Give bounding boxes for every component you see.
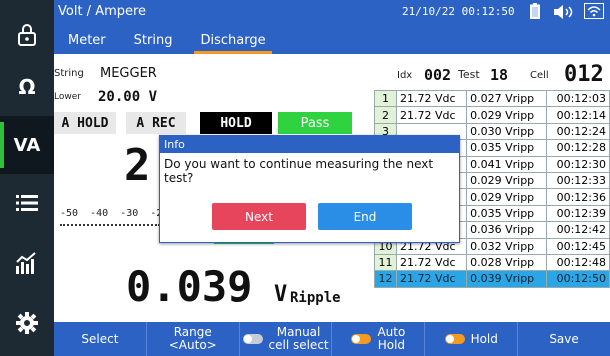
save-button[interactable]: Save (518, 322, 610, 356)
table-cell-vripp: 0.029 Vripp (466, 171, 547, 190)
idx-value: 002 (424, 66, 452, 84)
table-cell-time: 00:12:14 (545, 106, 610, 124)
range-button[interactable]: Range <Auto> (147, 322, 240, 356)
toggle-on-icon (444, 334, 465, 344)
cell-value: 012 (564, 62, 604, 87)
select-button-label: Select (81, 331, 119, 346)
table-row[interactable]: 2 21.72 Vdc 0.029 Vripp 00:12:14 (374, 106, 610, 124)
table-row[interactable]: 12 21.72 Vdc 0.039 Vripp 00:12:50 (374, 270, 610, 288)
idx-label: Idx (397, 70, 413, 81)
hold-label: Hold (470, 331, 498, 346)
table-cell-idx: 2 (374, 106, 397, 124)
range-button-value: <Auto> (168, 338, 217, 352)
ripple-value: 0.039 (126, 262, 253, 311)
datetime: 21/10/22 00:12:50 (402, 5, 515, 18)
table-cell-time: 00:12:45 (545, 237, 610, 255)
pass-indicator: Pass (278, 112, 352, 134)
test-value: 18 (490, 66, 509, 84)
left-sidebar: Ω VA (0, 0, 54, 356)
table-row[interactable]: 1 21.72 Vdc 0.027 Vripp 00:12:03 (374, 89, 610, 108)
table-cell-time: 00:12:33 (545, 171, 610, 190)
scale-bar (60, 224, 160, 228)
manual-sub-label: cell select (268, 338, 329, 352)
table-cell-vripp: 0.028 Vripp (466, 253, 547, 272)
bottom-toolbar: Select Range <Auto> Manual cell select A… (54, 322, 610, 356)
table-cell-time: 00:12:36 (545, 188, 610, 206)
dialog-message: Do you want to continue measuring the ne… (164, 157, 434, 185)
info-dialog: Info Do you want to continue measuring t… (159, 135, 460, 243)
table-cell-time: 00:12:28 (545, 139, 610, 157)
table-cell-vripp: 0.032 Vripp (466, 237, 547, 255)
list-icon[interactable] (0, 174, 54, 232)
table-cell-vripp: 0.029 Vripp (466, 106, 547, 124)
table-cell-vdc: 21.72 Vdc (395, 253, 468, 272)
hold-toggle[interactable]: Hold (425, 322, 519, 356)
tab-discharge[interactable]: Discharge (186, 30, 279, 54)
manual-cell-select-toggle[interactable]: Manual cell select (240, 322, 333, 356)
table-cell-time: 00:12:42 (545, 221, 610, 239)
table-cell-time: 00:12:39 (545, 204, 610, 223)
top-bar: Volt / Ampere 21/10/22 00:12:50 Meter St… (54, 0, 610, 54)
wifi-icon (584, 3, 604, 23)
table-cell-vdc: 21.72 Vdc (395, 89, 468, 108)
battery-icon (530, 3, 540, 23)
hold-indicator: HOLD (200, 112, 272, 134)
scale-tick: -40 (90, 208, 109, 219)
lock-icon[interactable] (0, 6, 54, 64)
tab-meter[interactable]: Meter (54, 30, 120, 54)
table-cell-vdc: 21.72 Vdc (395, 106, 468, 124)
table-cell-vdc: 21.72 Vdc (395, 270, 468, 288)
table-cell-time: 00:12:24 (545, 122, 610, 141)
ripple-unit-sub: Ripple (290, 290, 341, 306)
test-label: Test (458, 68, 480, 81)
a-hold-indicator: A HOLD (54, 112, 116, 134)
string-value: MEGGER (100, 66, 157, 81)
table-cell-idx: 11 (374, 253, 397, 272)
sidebar-item-ohm[interactable]: Ω (0, 58, 54, 116)
dialog-title: Info (160, 136, 459, 153)
speaker-icon (554, 4, 580, 23)
table-cell-vripp: 0.039 Vripp (466, 270, 547, 288)
table-cell-vripp: 0.029 Vripp (466, 188, 547, 206)
scale-tick: -50 (60, 208, 79, 219)
table-cell-vripp: 0.035 Vripp (466, 204, 547, 223)
end-button[interactable]: End (318, 203, 412, 230)
sidebar-item-ohm-label: Ω (18, 75, 36, 99)
table-cell-time: 00:12:48 (545, 253, 610, 272)
table-cell-vripp: 0.027 Vripp (466, 89, 547, 108)
table-cell-vripp: 0.035 Vripp (466, 139, 547, 157)
sidebar-item-va[interactable]: VA (0, 116, 54, 174)
app-title: Volt / Ampere (58, 4, 147, 19)
chart-icon[interactable] (0, 234, 54, 292)
select-button[interactable]: Select (54, 322, 147, 356)
auto-hold-toggle[interactable]: Auto Hold (332, 322, 426, 356)
scale-ticks: -50 -40 -30 -2 (60, 208, 162, 219)
table-cell-time: 00:12:50 (545, 270, 610, 288)
gear-icon[interactable] (0, 294, 54, 352)
lower-label: Lower (54, 92, 81, 102)
table-cell-time: 00:12:03 (545, 89, 610, 108)
toggle-on-icon (351, 334, 372, 344)
lower-value: 20.00 V (98, 89, 158, 105)
table-cell-idx: 12 (374, 270, 397, 288)
table-cell-idx: 1 (374, 89, 397, 108)
scale-tick: -30 (120, 208, 139, 219)
table-cell-vripp: 0.041 Vripp (466, 155, 547, 173)
save-button-label: Save (549, 331, 579, 346)
ripple-unit: V (274, 282, 288, 307)
table-cell-time: 00:12:30 (545, 155, 610, 173)
table-cell-vripp: 0.036 Vripp (466, 221, 547, 239)
a-rec-indicator: A REC (126, 112, 186, 134)
next-button[interactable]: Next (212, 203, 306, 230)
table-cell-vripp: 0.030 Vripp (466, 122, 547, 141)
tab-bar: Meter String Discharge (54, 30, 280, 54)
tab-string[interactable]: String (120, 30, 187, 54)
auto-sub-label: Hold (377, 338, 406, 352)
table-row[interactable]: 11 21.72 Vdc 0.028 Vripp 00:12:48 (374, 253, 610, 272)
sidebar-item-va-label: VA (13, 134, 41, 156)
cell-label: Cell (530, 70, 549, 81)
string-label: String (54, 68, 84, 79)
toggle-off-icon (242, 334, 263, 344)
